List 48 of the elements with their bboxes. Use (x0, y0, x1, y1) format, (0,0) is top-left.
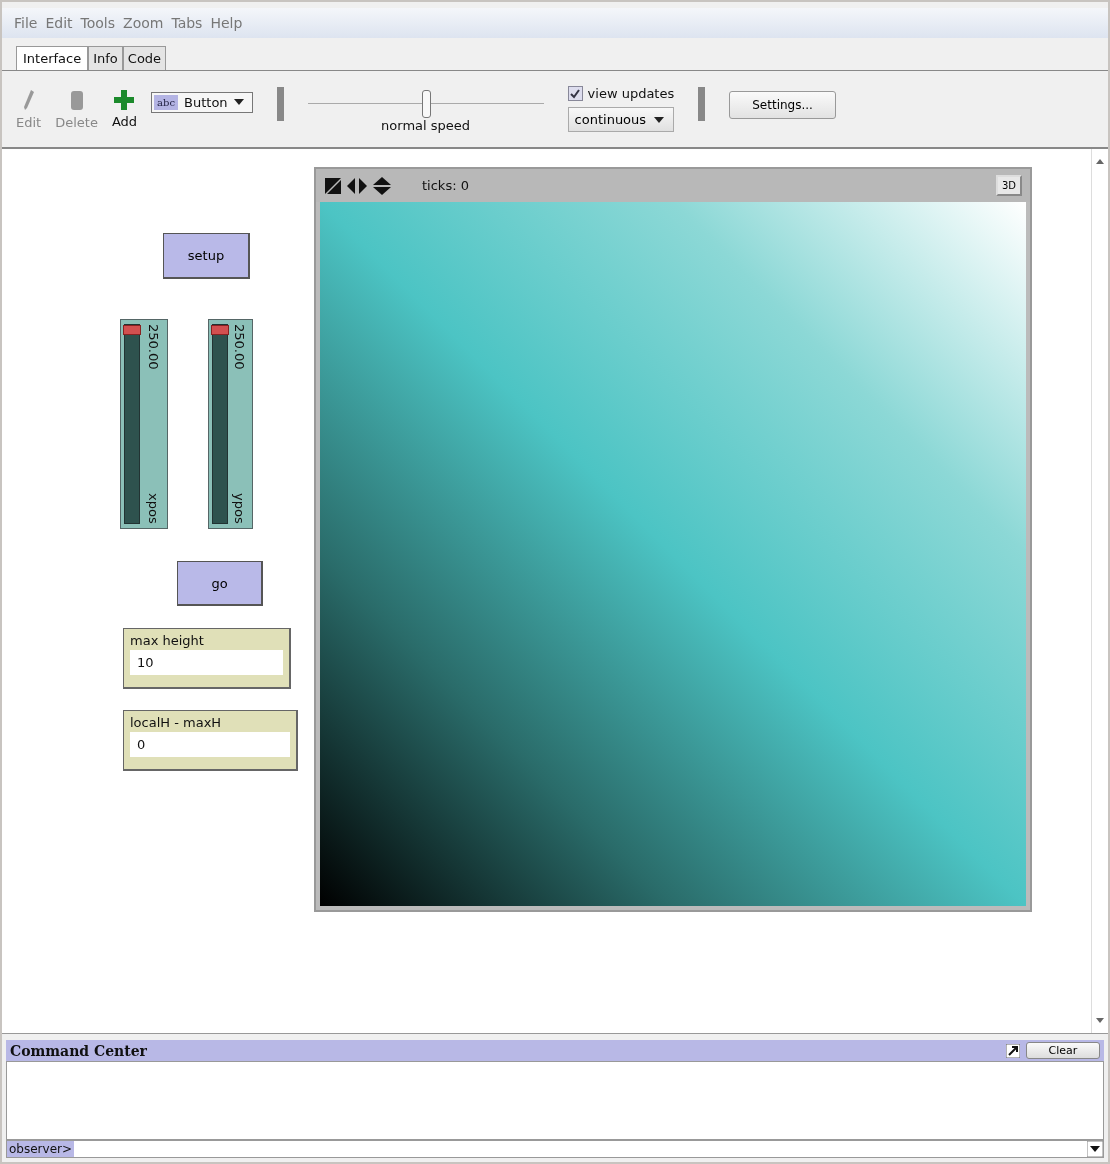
tab[interactable]: Info (88, 46, 123, 70)
settings-button[interactable]: Settings... (729, 91, 836, 119)
menu-item[interactable]: Help (210, 15, 243, 31)
caret-icon (654, 116, 665, 123)
menu-item[interactable]: Zoom (123, 15, 164, 31)
plus-icon (114, 89, 135, 110)
speed-label: normal speed (381, 117, 471, 133)
ticks-counter: ticks: 0 (422, 178, 470, 193)
update-mode-dropdown[interactable]: continuous (567, 107, 675, 132)
caret-icon (233, 99, 244, 105)
toolbar-separator (698, 87, 706, 121)
widget-type-dropdown[interactable]: abc Button (151, 91, 253, 113)
slider-thumb[interactable] (123, 325, 141, 335)
input-field[interactable]: 0 (130, 732, 290, 757)
slider-label: ypos (232, 493, 247, 524)
checkbox-label: view updates (587, 86, 675, 101)
menu-item[interactable]: Tools (80, 15, 116, 31)
command-center-title: Command Center (10, 1042, 148, 1059)
expand-icon[interactable] (1006, 1043, 1020, 1058)
add-button[interactable]: Add (111, 113, 138, 129)
checkbox[interactable] (567, 86, 583, 101)
slider-value: 250.00 (145, 324, 161, 370)
scroll-up-icon[interactable] (1096, 159, 1104, 164)
input-label: localH - maxH (130, 715, 223, 730)
model-button[interactable]: setup (163, 233, 250, 279)
3d-button[interactable]: 3D (995, 175, 1022, 196)
slider-label: xpos (145, 493, 161, 524)
tab[interactable]: Interface (16, 46, 89, 70)
tab[interactable]: Code (122, 46, 167, 70)
menu-item[interactable]: File (14, 15, 38, 31)
button-widget-icon: abc (154, 94, 179, 110)
vertical-slider[interactable]: 250.00 ypos (208, 319, 253, 529)
trash-can-icon (69, 88, 84, 111)
vertical-slider[interactable]: 250.00 xpos (120, 319, 168, 529)
slider-thumb[interactable] (211, 325, 229, 335)
left-right-arrows-icon[interactable] (346, 176, 368, 195)
toolbar-separator (276, 87, 284, 121)
up-down-arrows-icon[interactable] (372, 176, 392, 195)
slider-thumb[interactable] (421, 89, 431, 118)
menu-item[interactable]: Tabs (171, 15, 203, 31)
model-button[interactable]: go (177, 561, 263, 606)
scroll-down-icon[interactable] (1096, 1018, 1104, 1023)
pencil-icon (22, 88, 35, 111)
clear-button[interactable]: Clear (1026, 1042, 1100, 1059)
input-field[interactable]: 10 (130, 650, 283, 675)
slider-value: 250.00 (232, 324, 247, 370)
menu-item[interactable]: Edit (45, 15, 73, 31)
input-label: max height (130, 633, 205, 648)
